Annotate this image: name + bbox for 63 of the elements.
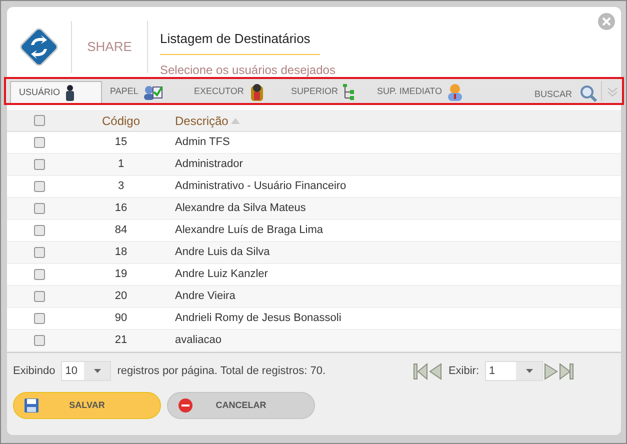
- row-checkbox[interactable]: [34, 225, 44, 236]
- row-checkbox[interactable]: [34, 137, 44, 148]
- label: Exibir:: [448, 364, 479, 379]
- table-cell-text: Administrador: [174, 157, 243, 172]
- dialog-subtitle: Selecione os usuários desejados: [160, 62, 336, 78]
- table-cell-text: Andrieli Romy de Jesus Bonassoli: [174, 311, 342, 326]
- table-cell-text: avaliacao: [174, 333, 222, 348]
- row-checkbox[interactable]: [34, 335, 44, 346]
- table-cell-text: 21: [114, 333, 128, 348]
- page-dropdown[interactable]: 1: [485, 361, 543, 381]
- row-checkbox[interactable]: [34, 203, 44, 214]
- caret-down-icon: [526, 369, 532, 373]
- tree-icon: [343, 84, 356, 100]
- tab[interactable]: USUÁRIO: [10, 81, 102, 103]
- records-text: registros por página. Total de registros: 70.: [117, 364, 326, 379]
- person-icon: [65, 84, 76, 100]
- table-cell-text: 1: [116, 157, 126, 172]
- app-name: SHARE: [86, 38, 133, 56]
- tab[interactable]: SUP. IMEDIATO: [369, 81, 487, 103]
- last-page-icon[interactable]: [559, 362, 575, 380]
- table-cell-text: 15: [114, 135, 128, 150]
- table-cell-text: 19: [114, 267, 128, 282]
- people-check-icon: [143, 84, 164, 100]
- table-cell-text: Administrativo - Usuário Financeiro: [174, 179, 346, 194]
- search-icon: [580, 84, 597, 102]
- row-checkbox[interactable]: [34, 247, 44, 258]
- tab[interactable]: PAPEL: [102, 81, 186, 103]
- cancel-button[interactable]: CANCELAR: [167, 392, 315, 419]
- row-checkbox[interactable]: [34, 159, 44, 170]
- row-checkbox[interactable]: [34, 313, 44, 324]
- table-cell-text: Andre Luiz Kanzler: [174, 267, 268, 282]
- close-icon: [602, 17, 611, 26]
- previous-page-icon[interactable]: [428, 362, 442, 380]
- tab[interactable]: EXECUTOR: [186, 81, 283, 103]
- table-cell-text: 90: [114, 311, 128, 326]
- table-cell-text: 18: [114, 245, 128, 260]
- row-checkbox[interactable]: [34, 181, 44, 192]
- person-icon: [248, 83, 265, 101]
- table-cell-text: Alexandre da Silva Mateus: [174, 201, 306, 216]
- table-cell-text: 16: [114, 201, 128, 216]
- page-size-dropdown[interactable]: 10: [61, 361, 112, 381]
- dialog-title: Listagem de Destinatários: [160, 29, 320, 54]
- person-icon: [447, 84, 464, 100]
- minus-circle-icon: [178, 398, 193, 413]
- row-checkbox[interactable]: [34, 291, 44, 302]
- tab[interactable]: SUPERIOR: [283, 81, 369, 103]
- table-cell-text: 3: [116, 179, 126, 194]
- search-button[interactable]: BUSCAR: [534, 83, 601, 103]
- table-cell-text: 84: [114, 223, 128, 238]
- table-cell-text: Andre Luis da Silva: [174, 245, 270, 260]
- label: Exibindo: [13, 364, 56, 379]
- close-button[interactable]: [598, 13, 615, 30]
- table-cell-text: Andre Vieira: [174, 289, 236, 304]
- column-header[interactable]: Código: [71, 112, 171, 130]
- row-checkbox[interactable]: [34, 269, 44, 280]
- save-button[interactable]: SALVAR: [13, 392, 161, 419]
- caret-down-icon: [94, 369, 101, 373]
- first-page-icon[interactable]: [413, 362, 428, 380]
- table-cell-text: Alexandre Luís de Braga Lima: [174, 223, 323, 238]
- select-all-checkbox[interactable]: [34, 115, 44, 126]
- table-cell-text: 20: [114, 289, 128, 304]
- table-cell-text: Admin TFS: [174, 135, 230, 150]
- column-header[interactable]: Descrição: [175, 112, 228, 130]
